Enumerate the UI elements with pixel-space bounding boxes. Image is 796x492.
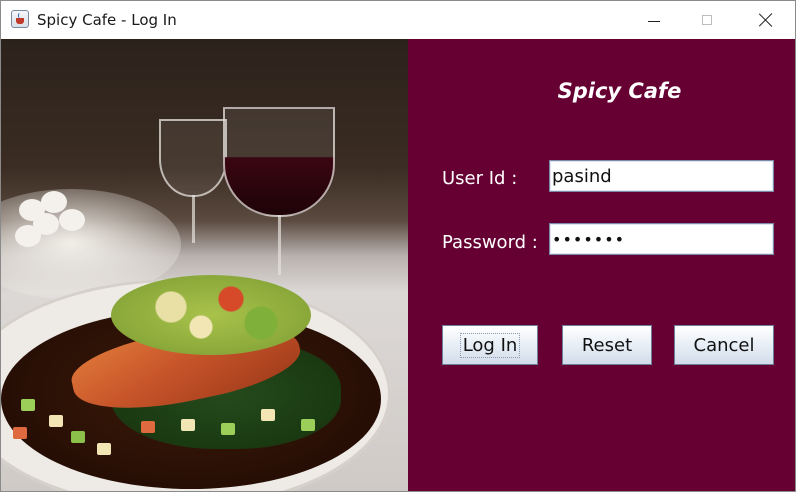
wine-glass-image bbox=[159, 119, 227, 197]
brand-title: Spicy Cafe bbox=[557, 79, 682, 103]
maximize-icon bbox=[702, 15, 712, 25]
salsa-image bbox=[111, 275, 311, 355]
close-icon bbox=[759, 13, 773, 27]
login-button-label: Log In bbox=[459, 332, 521, 358]
user-id-label: User Id : bbox=[442, 168, 518, 189]
reset-button[interactable]: Reset bbox=[562, 325, 652, 365]
password-label: Password : bbox=[442, 232, 538, 253]
java-cup-icon[interactable] bbox=[11, 10, 29, 28]
minimize-icon bbox=[648, 20, 660, 22]
maximize-button[interactable] bbox=[684, 1, 730, 39]
window-title: Spicy Cafe - Log In bbox=[37, 11, 177, 29]
wine-glass-image bbox=[223, 107, 335, 217]
food-photo bbox=[1, 39, 408, 491]
user-id-field[interactable]: pasind bbox=[549, 160, 774, 192]
minimize-button[interactable] bbox=[631, 1, 677, 39]
title-bar[interactable]: Spicy Cafe - Log In bbox=[1, 1, 795, 39]
login-window: Spicy Cafe - Log In Spicy Cafe User Id:… bbox=[0, 0, 796, 492]
flower-image bbox=[11, 191, 101, 271]
login-button[interactable]: Log In bbox=[442, 325, 538, 365]
close-button[interactable] bbox=[743, 1, 789, 39]
password-field[interactable]: ••••••• bbox=[549, 223, 774, 255]
login-panel: Spicy Cafe User Id : pasind Password : •… bbox=[408, 39, 795, 491]
cancel-button[interactable]: Cancel bbox=[674, 325, 774, 365]
